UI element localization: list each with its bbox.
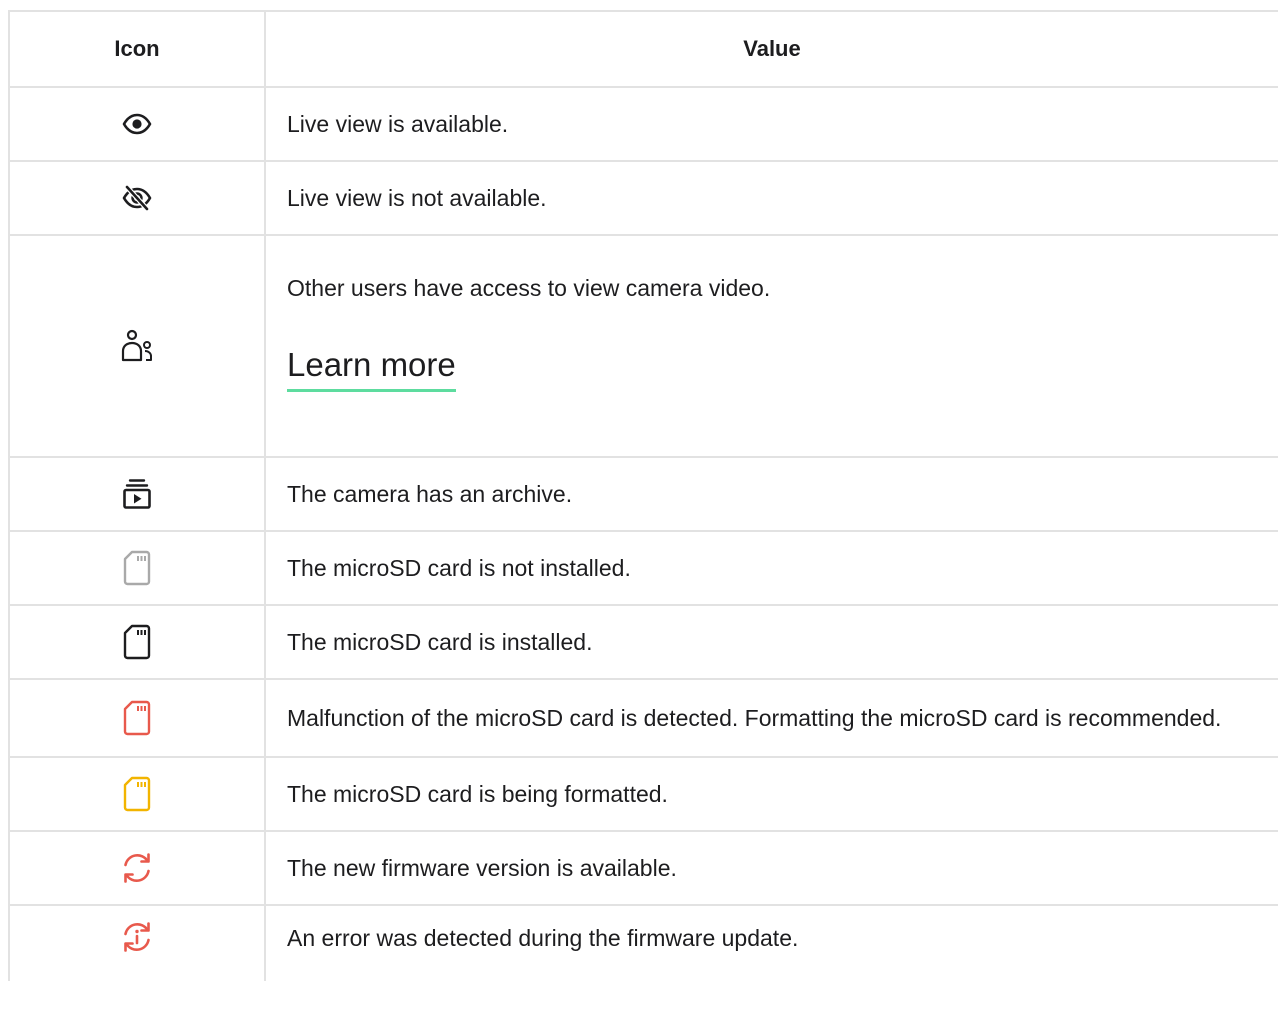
- icon-cell: [8, 678, 266, 758]
- refresh-icon: [124, 853, 150, 883]
- value-cell: Live view is not available.: [264, 160, 1278, 236]
- eye-off-icon: [122, 184, 152, 212]
- icon-cell: [8, 830, 266, 906]
- sd-card-icon: [123, 700, 151, 736]
- table-row: Malfunction of the microSD card is detec…: [8, 678, 1278, 758]
- table-row: Other users have access to view camera v…: [8, 234, 1278, 458]
- icon-cell: [8, 86, 266, 162]
- table-row: The microSD card is installed.: [8, 604, 1278, 680]
- icon-cell: [8, 530, 266, 606]
- table-row: An error was detected during the firmwar…: [8, 904, 1278, 981]
- icon-column-header: Icon: [8, 10, 266, 88]
- sd-card-icon: [123, 624, 151, 660]
- users-icon: [121, 329, 152, 362]
- icon-cell: [8, 456, 266, 532]
- sd-card-icon: [123, 776, 151, 812]
- icon-cell: [8, 756, 266, 832]
- value-cell-content: Other users have access to view camera v…: [287, 270, 1258, 422]
- value-text: Other users have access to view camera v…: [287, 275, 771, 301]
- value-cell: An error was detected during the firmwar…: [264, 904, 1278, 981]
- value-cell: Live view is available.: [264, 86, 1278, 162]
- icon-cell: [8, 904, 266, 981]
- sd-card-icon: [123, 550, 151, 586]
- icon-cell: [8, 234, 266, 458]
- value-cell: Other users have access to view camera v…: [264, 234, 1278, 458]
- value-cell: Malfunction of the microSD card is detec…: [264, 678, 1278, 758]
- value-cell: The microSD card is not installed.: [264, 530, 1278, 606]
- value-cell: The microSD card is being formatted.: [264, 756, 1278, 832]
- icon-cell: [8, 604, 266, 680]
- value-cell: The camera has an archive.: [264, 456, 1278, 532]
- learn-more-link[interactable]: Learn more: [287, 345, 456, 392]
- table-row: The new firmware version is available.: [8, 830, 1278, 906]
- table-row: The microSD card is not installed.: [8, 530, 1278, 606]
- value-cell: The microSD card is installed.: [264, 604, 1278, 680]
- table-row: The microSD card is being formatted.: [8, 756, 1278, 832]
- archive-icon: [123, 479, 151, 509]
- table-header-row: Icon Value: [8, 10, 1278, 88]
- refresh-info-icon: [124, 922, 150, 952]
- icon-legend-table: Icon Value Live view is available. Live …: [8, 10, 1278, 981]
- table-row: The camera has an archive.: [8, 456, 1278, 532]
- icon-cell: [8, 160, 266, 236]
- eye-icon: [122, 113, 152, 135]
- table-row: Live view is not available.: [8, 160, 1278, 236]
- value-cell: The new firmware version is available.: [264, 830, 1278, 906]
- value-column-header: Value: [264, 10, 1278, 88]
- table-row: Live view is available.: [8, 86, 1278, 162]
